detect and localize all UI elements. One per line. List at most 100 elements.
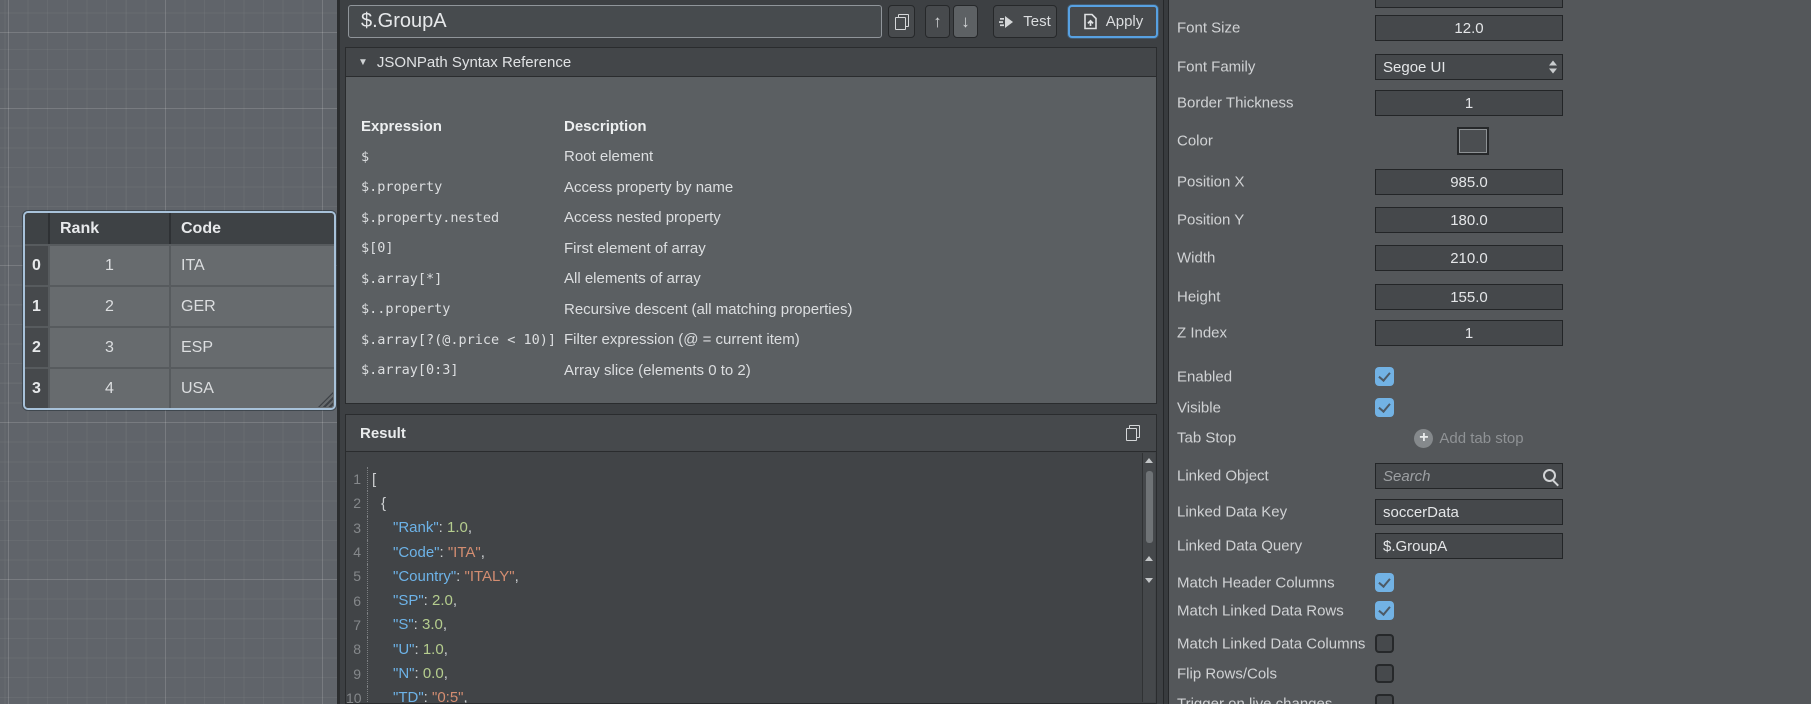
- result-scrollbar[interactable]: [1142, 453, 1155, 702]
- move-down-button[interactable]: ↓: [953, 5, 978, 38]
- syntax-expression: $[0]: [361, 240, 564, 256]
- code-line: 6 "SP": 2.0,: [346, 588, 1142, 612]
- syntax-reference-table: Expression Description $ Root element $.…: [346, 77, 1156, 386]
- table-row: 0 1 ITA: [25, 244, 334, 285]
- property-label: Linked Data Key: [1177, 504, 1287, 521]
- match-linked-data-rows-checkbox[interactable]: [1375, 601, 1394, 620]
- line-number: 4: [346, 544, 361, 560]
- property-label: Font Size: [1177, 20, 1240, 37]
- apply-button[interactable]: Apply: [1068, 5, 1158, 38]
- syntax-expression: $.array[*]: [361, 271, 564, 287]
- match-header-columns-checkbox[interactable]: [1375, 573, 1394, 592]
- font-family-value: Segoe UI: [1383, 59, 1446, 76]
- syntax-expression: $.array[?(@.price < 10)]: [361, 332, 564, 348]
- syntax-reference-title: JSONPath Syntax Reference: [377, 54, 571, 71]
- cell-rank: 1: [50, 246, 171, 285]
- syntax-row: $.property Access property by name: [361, 172, 1156, 203]
- enabled-checkbox[interactable]: [1375, 367, 1394, 386]
- property-label: Enabled: [1177, 368, 1232, 385]
- code-line: 8 "U": 1.0,: [346, 637, 1142, 661]
- copy-result-button[interactable]: [1126, 425, 1140, 446]
- move-up-button[interactable]: ↑: [925, 5, 950, 38]
- line-number: 3: [346, 520, 361, 536]
- clipped-top-input[interactable]: [1375, 0, 1563, 8]
- syntax-column-headers: Expression Description: [361, 111, 1156, 142]
- property-label: Color: [1177, 133, 1213, 150]
- cell-code: ESP: [171, 328, 334, 367]
- linked-object-search-input[interactable]: [1375, 463, 1563, 489]
- property-row-visible: Visible: [1169, 398, 1811, 417]
- syntax-reference-header[interactable]: ▼ JSONPath Syntax Reference: [346, 48, 1156, 77]
- arrow-down-icon: ↓: [961, 13, 970, 30]
- code-line: 3 "Rank": 1.0,: [346, 516, 1142, 540]
- line-number: 5: [346, 568, 361, 584]
- linked-data-query-input[interactable]: [1375, 533, 1563, 559]
- property-row-border-thickness: Border Thickness: [1169, 90, 1811, 116]
- property-row-position-y: Position Y: [1169, 207, 1811, 233]
- description-column-header: Description: [564, 118, 647, 135]
- add-icon: +: [1414, 429, 1433, 448]
- syntax-row: $ Root element: [361, 142, 1156, 173]
- line-number: 8: [346, 641, 361, 657]
- property-row-clipped: [1169, 0, 1811, 8]
- font-size-input[interactable]: [1375, 15, 1563, 41]
- property-row-font-family: Font Family Segoe UI: [1169, 54, 1811, 80]
- flip-rows-cols-checkbox[interactable]: [1375, 664, 1394, 683]
- result-header: Result: [346, 415, 1156, 452]
- syntax-row: $[0] First element of array: [361, 233, 1156, 264]
- position-x-input[interactable]: [1375, 169, 1563, 195]
- property-row-linked-data-key: Linked Data Key: [1169, 499, 1811, 525]
- visible-checkbox[interactable]: [1375, 398, 1394, 417]
- line-number: 9: [346, 666, 361, 682]
- property-row-position-x: Position X: [1169, 169, 1811, 195]
- design-canvas[interactable]: Rank Code 0 1 ITA 1 2 GER 2 3 ESP 3 4 US: [0, 0, 337, 704]
- apply-icon: [1083, 13, 1098, 30]
- height-input[interactable]: [1375, 284, 1563, 310]
- result-title: Result: [360, 425, 406, 442]
- property-label: Trigger on live changes: [1177, 695, 1332, 704]
- table-widget[interactable]: Rank Code 0 1 ITA 1 2 GER 2 3 ESP 3 4 US: [23, 211, 336, 410]
- syntax-description: Access nested property: [564, 209, 721, 226]
- syntax-expression: $: [361, 149, 564, 165]
- table-header-rank: Rank: [50, 213, 171, 244]
- property-row-height: Height: [1169, 284, 1811, 310]
- color-swatch[interactable]: [1457, 127, 1489, 155]
- property-row-font-size: Font Size: [1169, 15, 1811, 41]
- line-number: 6: [346, 593, 361, 609]
- z-index-input[interactable]: [1375, 320, 1563, 346]
- font-family-dropdown[interactable]: Segoe UI: [1375, 54, 1563, 80]
- apply-button-label: Apply: [1106, 13, 1144, 30]
- search-icon: [1542, 468, 1559, 485]
- table-row: 2 3 ESP: [25, 326, 334, 367]
- trigger-on-live-changes-checkbox[interactable]: [1375, 694, 1394, 704]
- border-thickness-input[interactable]: [1375, 90, 1563, 116]
- match-linked-data-columns-checkbox[interactable]: [1375, 634, 1394, 653]
- property-label: Linked Data Query: [1177, 538, 1302, 555]
- scroll-up-icon[interactable]: [1145, 556, 1153, 561]
- line-number: 7: [346, 617, 361, 633]
- linked-data-key-input[interactable]: [1375, 499, 1563, 525]
- code-line: 7 "S": 3.0,: [346, 613, 1142, 637]
- syntax-description: First element of array: [564, 240, 706, 257]
- cell-rank: 4: [50, 369, 171, 408]
- add-tab-stop-button[interactable]: + Add tab stop: [1375, 428, 1563, 448]
- code-line: 2 {: [346, 491, 1142, 515]
- scroll-up-icon[interactable]: [1145, 458, 1153, 463]
- copy-query-button[interactable]: [888, 5, 915, 38]
- syntax-row: $..property Recursive descent (all match…: [361, 294, 1156, 325]
- row-index: 2: [25, 328, 50, 367]
- position-y-input[interactable]: [1375, 207, 1563, 233]
- jsonpath-query-input[interactable]: [348, 5, 882, 38]
- syntax-row: $.array[?(@.price < 10)] Filter expressi…: [361, 325, 1156, 356]
- expression-column-header: Expression: [361, 118, 564, 135]
- test-button-label: Test: [1023, 13, 1051, 30]
- scroll-down-icon[interactable]: [1145, 578, 1153, 583]
- property-label: Width: [1177, 250, 1215, 267]
- line-number: 1: [346, 471, 361, 487]
- test-button[interactable]: Test: [993, 5, 1057, 38]
- spinner-arrows-icon: [1549, 61, 1557, 74]
- row-index: 1: [25, 287, 50, 326]
- width-input[interactable]: [1375, 245, 1563, 271]
- scrollbar-thumb[interactable]: [1146, 471, 1153, 543]
- line-number: 10: [346, 690, 361, 703]
